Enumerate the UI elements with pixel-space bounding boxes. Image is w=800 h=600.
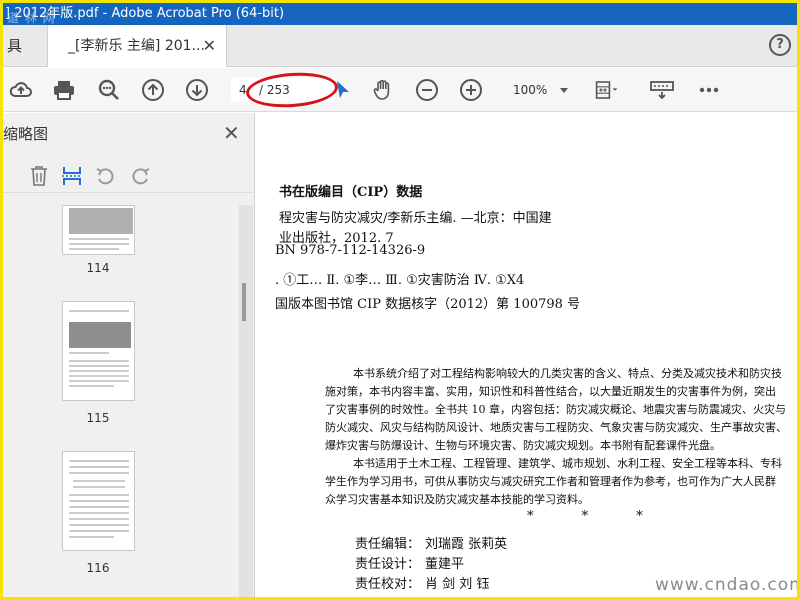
keyboard-icon[interactable] — [650, 78, 674, 102]
cip-heading: 书在版编目（CIP）数据 — [279, 185, 423, 200]
app-window: ] 2012年版.pdf - Adobe Acrobat Pro (64-bit… — [0, 0, 800, 600]
tab-tools[interactable]: 具 — [3, 25, 33, 67]
thumbnail-page[interactable] — [62, 301, 135, 401]
site-watermark-url: www.cndao.com — [655, 575, 800, 595]
site-watermark: 道 林 网 — [7, 11, 56, 25]
rotate-left-icon[interactable] — [95, 165, 117, 187]
section-divider-stars: * * * — [527, 509, 665, 524]
document-viewport[interactable]: 书在版编目（CIP）数据 程灾害与防灾减灾/李新乐主编. —北京：中国建 业出版… — [255, 113, 797, 597]
help-icon[interactable]: ? — [769, 34, 791, 56]
panel-close-icon[interactable]: ✕ — [223, 121, 240, 145]
credit-label: 责任设计： — [355, 557, 421, 572]
tab-bar: 具 _[李新乐 主编] 201... ✕ ? — [3, 25, 797, 67]
thumbnail-page[interactable] — [62, 451, 135, 551]
trash-icon[interactable] — [29, 165, 49, 187]
tab-document-label: _[李新乐 主编] 201... — [68, 38, 205, 54]
insert-page-icon[interactable] — [61, 165, 83, 187]
credit-proofreader: 责任校对： 肖 剑 刘 钰 — [355, 573, 489, 592]
tab-close-icon[interactable]: ✕ — [203, 25, 216, 67]
body-paragraph: 防火减灾、风灾与结构防风设计、地质灾害与工程防灾、气象灾害与防灾减灾、生产事故灾… — [325, 421, 787, 434]
credit-value: 肖 剑 刘 钰 — [425, 577, 490, 592]
thumbnail-page-number: 114 — [86, 261, 110, 275]
cip-line: . ①工… Ⅱ. ①李… Ⅲ. ①灾害防治 Ⅳ. ①X4 — [275, 273, 525, 288]
thumbnail-page-number: 116 — [86, 561, 110, 575]
title-bar: ] 2012年版.pdf - Adobe Acrobat Pro (64-bit… — [3, 3, 797, 25]
chevron-down-icon[interactable] — [560, 88, 568, 93]
zoom-in-icon[interactable] — [459, 78, 483, 102]
cip-line: BN 978-7-112-14326-9 — [275, 243, 426, 258]
zoom-value: 100% — [513, 83, 548, 97]
credit-value: 刘瑞霞 张莉英 — [425, 537, 508, 552]
body-paragraph: 众学习灾害基本知识及防灾减灾基本技能的学习资料。 — [325, 493, 589, 506]
pdf-page: 书在版编目（CIP）数据 程灾害与防灾减灾/李新乐主编. —北京：中国建 业出版… — [255, 113, 797, 597]
panel-title: 缩略图 — [3, 125, 49, 143]
hand-icon[interactable] — [371, 78, 395, 102]
credit-label: 责任校对： — [355, 577, 421, 592]
more-icon[interactable] — [697, 78, 721, 102]
body-paragraph: 本书适用于土木工程、工程管理、建筑学、城市规划、水利工程、安全工程等本科、专科 — [353, 457, 782, 470]
rotate-right-icon[interactable] — [129, 165, 151, 187]
page-up-icon[interactable] — [141, 78, 165, 102]
page-down-icon[interactable] — [185, 78, 209, 102]
search-icon[interactable] — [97, 78, 121, 102]
panel-scrollbar[interactable] — [239, 205, 253, 597]
body-paragraph: 本书系统介绍了对工程结构影响较大的几类灾害的含义、特点、分类及减灾技术和防灾技 — [353, 367, 782, 380]
toolbar: 4 / 253 100% — [3, 68, 797, 112]
zoom-out-icon[interactable] — [415, 78, 439, 102]
thumbnails-panel: 缩略图 ✕ 114 115 116 — [3, 113, 255, 597]
print-icon[interactable] — [52, 78, 76, 102]
credit-label: 责任编辑： — [355, 537, 421, 552]
body-paragraph: 施对策，本书内容丰富、实用，知识性和科普性结合，以大量近期发生的灾害事件为例，突… — [325, 385, 776, 398]
panel-scrollbar-thumb[interactable] — [242, 283, 246, 321]
credit-value: 董建平 — [425, 557, 465, 572]
tab-document[interactable]: _[李新乐 主编] 201... ✕ — [47, 25, 227, 67]
cip-line: 程灾害与防灾减灾/李新乐主编. —北京：中国建 — [279, 211, 552, 226]
thumbnail-page-number: 115 — [86, 411, 110, 425]
body-paragraph: 学生作为学习用书，可供从事防灾与减灾研究工作者和管理者作为参考，也可作为广大人民… — [325, 475, 776, 488]
fit-page-icon[interactable] — [595, 78, 619, 102]
panel-toolbar — [3, 157, 255, 193]
body-paragraph: 了灾害事例的时效性。全书共 10 章，内容包括：防灾减灾概论、地震灾害与防震减灾… — [325, 403, 786, 416]
upload-icon[interactable] — [9, 78, 33, 102]
thumbnail-list: 114 115 116 — [3, 205, 239, 597]
credit-designer: 责任设计： 董建平 — [355, 553, 464, 572]
cip-line: 国版本图书馆 CIP 数据核字（2012）第 100798 号 — [275, 297, 581, 312]
thumbnail-page[interactable] — [62, 205, 135, 255]
body-paragraph: 爆炸灾害与防爆设计、生物与环境灾害、防灾减灾规划。本书附有配套课件光盘。 — [325, 439, 721, 452]
credit-editor: 责任编辑： 刘瑞霞 张莉英 — [355, 533, 507, 552]
